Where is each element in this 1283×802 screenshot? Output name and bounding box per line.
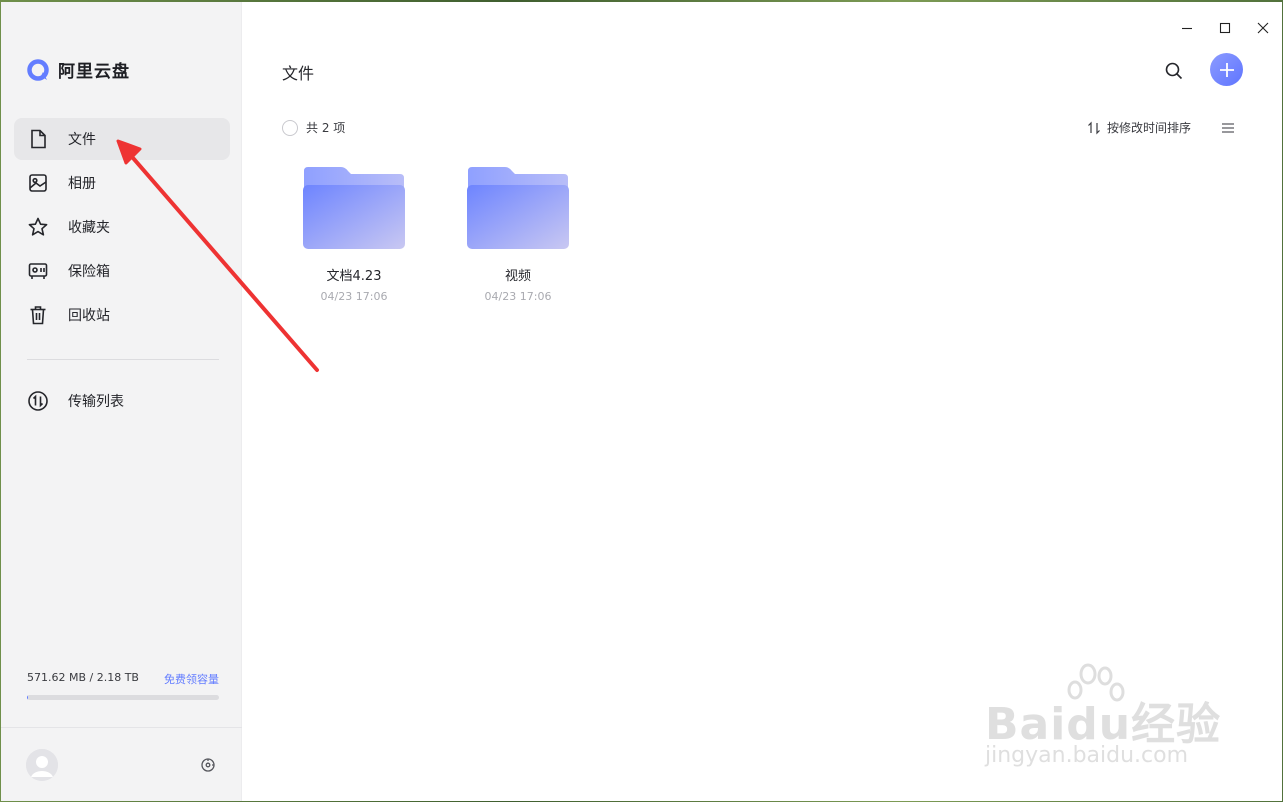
file-icon	[31, 129, 46, 149]
search-icon[interactable]	[1163, 60, 1185, 82]
watermark-url: jingyan.baidu.com	[985, 743, 1189, 768]
folder-item[interactable]: 视频 04/23 17:06	[462, 163, 574, 303]
minimize-icon	[1182, 27, 1192, 30]
add-button[interactable]	[1210, 53, 1243, 86]
safe-icon	[28, 263, 48, 279]
sidebar-item-label: 回收站	[68, 308, 110, 324]
free-capacity-link[interactable]: 免费领容量	[164, 671, 219, 687]
folder-icon	[467, 167, 569, 249]
storage-progress-bar	[27, 695, 219, 700]
sidebar-item-label: 保险箱	[68, 264, 110, 280]
select-all-row: 共 2 项	[282, 119, 345, 136]
sidebar-item-label: 收藏夹	[68, 220, 110, 236]
sort-button[interactable]: 按修改时间排序	[1087, 119, 1191, 136]
annotation-arrow-icon	[116, 139, 319, 372]
file-date: 04/23 17:06	[484, 290, 552, 303]
plus-icon	[1219, 62, 1234, 77]
maximize-button[interactable]	[1206, 14, 1244, 42]
maximize-icon	[1219, 22, 1231, 34]
sidebar-bottom-divider	[1, 727, 242, 728]
close-icon	[1257, 22, 1269, 34]
window-controls	[1168, 14, 1282, 42]
sidebar-transfer-section: 传输列表	[14, 380, 230, 424]
avatar[interactable]	[26, 749, 58, 781]
file-name: 视频	[504, 269, 531, 284]
file-grid: 文档4.23 04/23 17:06 视频 04/23 17:06	[298, 163, 574, 303]
trash-icon	[30, 306, 46, 325]
settings-icon[interactable]	[200, 757, 216, 773]
app-name: 阿里云盘	[58, 62, 130, 82]
sort-label: 按修改时间排序	[1107, 121, 1192, 135]
storage-progress-fill	[27, 695, 28, 700]
file-name: 文档4.23	[326, 269, 382, 284]
aliyun-drive-logo-icon	[27, 58, 49, 81]
sidebar: 阿里云盘 文件 相册 收藏夹 保险箱 回收站 传输列表 571.62 MB / …	[1, 2, 242, 801]
file-date: 04/23 17:06	[320, 290, 388, 303]
sidebar-item-transfer-list[interactable]: 传输列表	[14, 380, 230, 422]
item-count: 共 2 项	[306, 121, 346, 135]
photo-album-icon	[29, 174, 47, 192]
sidebar-item-label: 传输列表	[68, 394, 124, 410]
storage-usage: 571.62 MB / 2.18 TB	[27, 671, 139, 684]
sidebar-item-label: 相册	[68, 176, 96, 192]
user-avatar-icon	[26, 749, 58, 781]
star-icon	[28, 217, 48, 236]
sort-icon	[1088, 121, 1100, 134]
sidebar-item-label: 文件	[68, 132, 96, 148]
select-all-checkbox[interactable]	[282, 119, 298, 136]
close-button[interactable]	[1244, 14, 1282, 42]
list-view-icon[interactable]	[1220, 120, 1236, 136]
storage-section: 571.62 MB / 2.18 TB 免费领容量	[27, 671, 219, 700]
page-title: 文件	[282, 64, 315, 83]
app-logo: 阿里云盘	[26, 57, 130, 82]
minimize-button[interactable]	[1168, 14, 1206, 42]
transfer-icon	[28, 391, 48, 411]
